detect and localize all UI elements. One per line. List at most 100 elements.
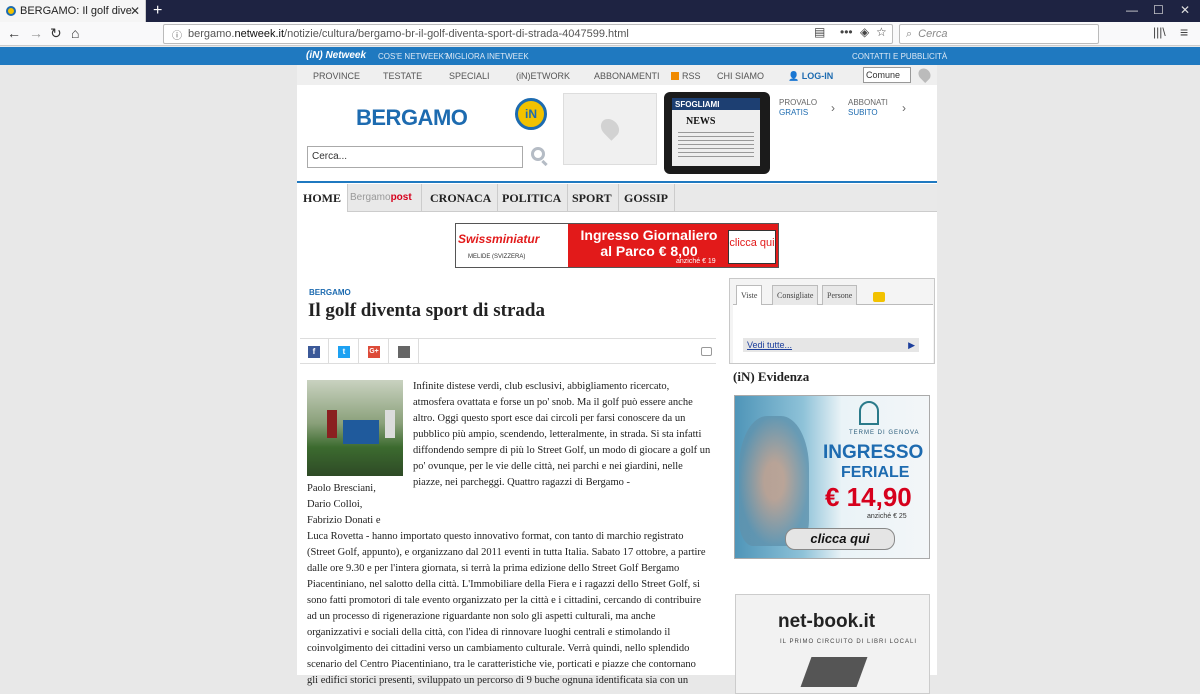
- promo-abbonati-line2: SUBITO: [848, 108, 878, 117]
- site-info-icon[interactable]: ⓘ: [172, 27, 182, 42]
- chevron-right-icon[interactable]: ›: [902, 101, 906, 115]
- netweek-bar: (iN) Netweek COS'E NETWEEK? MIGLIORA INE…: [0, 47, 1200, 65]
- netweek-logo[interactable]: (iN) Netweek: [306, 50, 366, 61]
- main-navigation: HOME Bergamopost CRONACA POLITICA SPORT …: [297, 184, 937, 212]
- promo-abbonati[interactable]: ABBONATI SUBITO: [848, 98, 888, 118]
- user-icon: 👤: [788, 71, 802, 81]
- article-photo[interactable]: [307, 380, 403, 476]
- terme-line1: INGRESSO: [823, 442, 924, 463]
- new-tab-icon[interactable]: +: [153, 2, 162, 20]
- bergamopost-b: post: [390, 192, 412, 203]
- topnav-network[interactable]: (iN)ETWORK: [516, 71, 570, 81]
- share-separator: [328, 339, 329, 363]
- netbook-ad[interactable]: net-book.it IL PRIMO CIRCUITO DI LIBRI L…: [735, 594, 930, 694]
- topnav-province[interactable]: PROVINCE: [313, 71, 360, 81]
- chevron-right-icon[interactable]: ›: [831, 101, 835, 115]
- netweek-link-improve[interactable]: MIGLIORA INETWEEK: [446, 52, 529, 61]
- maximize-icon[interactable]: ☐: [1153, 3, 1164, 17]
- promo-provalo[interactable]: PROVALO GRATIS: [779, 98, 817, 118]
- article-kicker[interactable]: BERGAMO: [309, 288, 351, 297]
- browser-titlebar: BERGAMO: Il golf diventa sport di strada…: [0, 0, 1200, 22]
- pocket-icon[interactable]: ◈: [860, 25, 869, 39]
- topnav-login[interactable]: 👤 LOG-IN: [788, 71, 833, 82]
- twitter-share-icon[interactable]: t: [338, 346, 350, 358]
- map-pin-icon: [597, 115, 623, 141]
- reload-icon[interactable]: ↻: [50, 25, 62, 42]
- site-favicon-icon: [6, 6, 16, 16]
- rss-icon: [671, 72, 679, 80]
- reader-view-icon[interactable]: ▤: [814, 25, 825, 39]
- back-icon[interactable]: ←: [7, 25, 21, 41]
- nav-cronaca[interactable]: CRONACA: [424, 184, 499, 212]
- article-names: Paolo Bresciani, Dario Colloi, Fabrizio …: [307, 481, 507, 529]
- url-bar[interactable]: ⓘ bergamo. netweek.it/notizie/cultura/ber…: [163, 24, 893, 44]
- nav-politica[interactable]: POLITICA: [496, 184, 569, 212]
- photo-person: [385, 410, 395, 438]
- newspaper-lines: [678, 132, 754, 160]
- search-icon[interactable]: [531, 147, 545, 161]
- netbook-title: net-book.it: [778, 611, 876, 632]
- library-icon[interactable]: |||\: [1153, 25, 1166, 39]
- comune-select[interactable]: Comune: [863, 67, 911, 83]
- sfogliami-tablet[interactable]: SFOGLIAMI NEWS: [664, 92, 770, 174]
- minimize-icon[interactable]: —: [1126, 3, 1138, 17]
- topnav-login-label: LOG-IN: [801, 71, 834, 81]
- home-icon[interactable]: ⌂: [71, 25, 79, 41]
- topnav-rss-label: RSS: [682, 71, 701, 81]
- banner-cta-button[interactable]: clicca qui: [728, 230, 776, 264]
- promo-provalo-line1: PROVALO: [779, 98, 818, 107]
- vedi-tutte-link[interactable]: Vedi tutte... ▶: [743, 338, 919, 352]
- gplus-share-icon[interactable]: G+: [368, 346, 380, 358]
- article-paragraph-1: Infinite distese verdi, club esclusivi, …: [413, 381, 711, 488]
- site-search-input[interactable]: Cerca...: [307, 146, 523, 168]
- tab-title: BERGAMO: Il golf diventa sport di strada: [20, 5, 132, 17]
- terme-genova-ad[interactable]: TERME DI GENOVA INGRESSO FERIALE € 14,90…: [734, 395, 930, 559]
- hamburger-menu-icon[interactable]: ≡: [1180, 24, 1188, 40]
- header-divider: [297, 181, 937, 183]
- article-paragraph-2: Luca Rovetta - hanno importato questo in…: [307, 531, 706, 686]
- banner-anziche: anziché € 19: [676, 258, 716, 265]
- topnav-speciali[interactable]: SPECIALI: [449, 71, 490, 81]
- print-icon[interactable]: [398, 346, 410, 358]
- browser-toolbar: ← → ↻ ⌂ ⓘ bergamo. netweek.it/notizie/cul…: [0, 22, 1200, 46]
- nav-bergamopost[interactable]: Bergamopost: [344, 184, 422, 212]
- topnav-abbonamenti[interactable]: ABBONAMENTI: [594, 71, 660, 81]
- tab-viste[interactable]: Viste: [736, 285, 763, 306]
- site-logo[interactable]: BERGAMO: [356, 105, 468, 131]
- in-tab-icon[interactable]: [873, 292, 885, 302]
- ad-woman-image: [739, 416, 809, 546]
- forward-icon[interactable]: →: [29, 25, 43, 41]
- facebook-share-icon[interactable]: f: [308, 346, 320, 358]
- browser-tab[interactable]: BERGAMO: Il golf diventa sport di strada…: [0, 0, 146, 22]
- topnav-testate[interactable]: TESTATE: [383, 71, 422, 81]
- terme-brand: TERME DI GENOVA: [849, 430, 920, 436]
- netweek-link-about[interactable]: COS'E NETWEEK?: [378, 52, 448, 61]
- play-arrow-icon: ▶: [908, 340, 915, 350]
- swissminiatur-banner-ad[interactable]: Swissminiatur MELIDE (SVIZZERA) Ingresso…: [455, 223, 779, 268]
- article-title: Il golf diventa sport di strada: [308, 300, 545, 321]
- photo-person: [327, 410, 337, 438]
- tab-persone[interactable]: Persone: [822, 285, 858, 305]
- tab-close-icon[interactable]: ✕: [130, 4, 140, 18]
- terme-cta-button[interactable]: clicca qui: [785, 528, 895, 550]
- book-icon: [800, 657, 868, 687]
- tag-icon[interactable]: [701, 347, 712, 356]
- map-widget[interactable]: [563, 93, 657, 165]
- vedi-tutte-label: Vedi tutte...: [747, 340, 793, 350]
- topnav-rss[interactable]: RSS: [671, 71, 701, 81]
- nav-sport[interactable]: SPORT: [566, 184, 619, 212]
- bookmark-star-icon[interactable]: ☆: [876, 25, 887, 39]
- in-badge-logo[interactable]: iN: [515, 98, 547, 130]
- page-actions-icon[interactable]: •••: [840, 25, 853, 39]
- nav-home[interactable]: HOME: [297, 184, 348, 212]
- location-pin-icon[interactable]: [916, 66, 933, 83]
- nav-gossip[interactable]: GOSSIP: [618, 184, 676, 212]
- topnav-chi-siamo[interactable]: CHI SIAMO: [717, 71, 764, 81]
- netbook-subtitle: IL PRIMO CIRCUITO DI LIBRI LOCALI: [780, 639, 918, 645]
- bergamopost-a: Bergamo: [350, 192, 391, 203]
- window-close-icon[interactable]: ✕: [1180, 3, 1190, 17]
- name-line: Fabrizio Donati e: [307, 515, 381, 526]
- netweek-link-contacts[interactable]: CONTATTI E PUBBLICITÀ: [852, 52, 947, 61]
- browser-search-field[interactable]: ⌕ Cerca: [899, 24, 1099, 44]
- tab-consigliate[interactable]: Consigliate: [772, 285, 819, 305]
